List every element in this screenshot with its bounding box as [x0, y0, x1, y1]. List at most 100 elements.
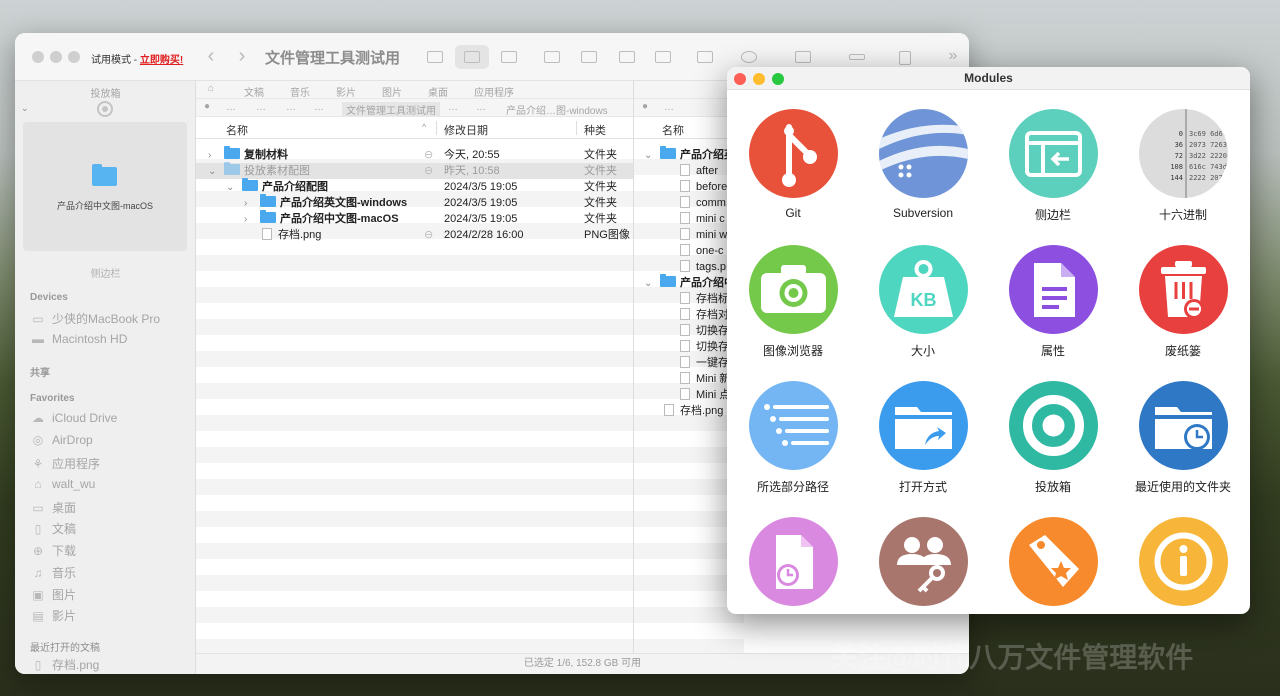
inspector-icon[interactable]: [891, 45, 919, 69]
icon-view-button[interactable]: [421, 45, 449, 69]
bottom-panel-toggle-icon[interactable]: [613, 45, 641, 69]
path-segment[interactable]: …: [476, 102, 486, 113]
table-row[interactable]: › 产品介绍中文图-macOS 2024/3/5 19:05 文件夹: [196, 210, 633, 228]
top-panel-toggle-icon[interactable]: [649, 45, 677, 69]
module-image-browser[interactable]: 图像浏览器: [728, 245, 858, 381]
module-sidebar[interactable]: 侧边栏: [988, 109, 1118, 245]
module-size[interactable]: KB 大小: [858, 245, 988, 381]
module-subversion[interactable]: Subversion: [858, 109, 988, 245]
sidebar-item-applications[interactable]: ⚘ 应用程序: [30, 455, 190, 475]
name-column-header[interactable]: 名称: [226, 122, 248, 138]
column-view-button[interactable]: [495, 45, 523, 69]
sidebar-item-movies[interactable]: ▤ 影片: [30, 607, 190, 627]
sidebar-item-home[interactable]: ⌂ walt_wu: [30, 477, 190, 497]
sidebar-item-pictures[interactable]: ▣ 图片: [30, 586, 190, 606]
module-selection-path[interactable]: 所选部分路径: [728, 381, 858, 517]
file-icon: [680, 308, 690, 320]
table-row[interactable]: ⌄ 产品介绍配图 2024/3/5 19:05 文件夹: [196, 178, 633, 196]
apple-icon[interactable]: ●: [642, 101, 648, 112]
module-recent-files[interactable]: [728, 517, 858, 614]
module-properties[interactable]: 属性: [988, 245, 1118, 381]
chevron-right-icon[interactable]: ›: [244, 196, 256, 212]
path-segment[interactable]: …: [256, 102, 266, 113]
film-icon: ▤: [32, 609, 44, 623]
favbar-item-music[interactable]: 音乐: [290, 84, 310, 98]
column-divider[interactable]: [436, 121, 437, 135]
module-trash[interactable]: 废纸篓: [1118, 245, 1248, 381]
table-row[interactable]: 存档.png ⊖ 2024/2/28 16:00 PNG图像: [196, 227, 633, 243]
favbar-item-pictures[interactable]: 图片: [382, 84, 402, 98]
chevron-down-icon[interactable]: ⌄: [644, 148, 656, 164]
list-view-button[interactable]: [455, 45, 489, 69]
sidebar-item-recent-file[interactable]: ▯ 存档.png: [30, 656, 190, 674]
module-info[interactable]: [1118, 517, 1248, 614]
split-view-icon[interactable]: [691, 45, 719, 69]
sidebar-item-macbook[interactable]: ▭ 少侠的MacBook Pro: [30, 310, 190, 330]
sidebar-item-label: 应用程序: [52, 457, 101, 471]
path-segment[interactable]: …: [286, 102, 296, 113]
sidebar-item-macintosh-hd[interactable]: ▬ Macintosh HD: [30, 332, 190, 352]
buy-now-link[interactable]: 立即购买!: [140, 55, 183, 66]
action-icon[interactable]: ⊖: [424, 227, 433, 243]
zoom-button[interactable]: [68, 51, 80, 63]
sidebar-item-icloud[interactable]: ☁ iCloud Drive: [30, 411, 190, 431]
close-button[interactable]: [734, 73, 746, 85]
favbar-item-desktop[interactable]: 桌面: [428, 84, 448, 98]
apple-icon[interactable]: ●: [204, 101, 210, 112]
module-open-with[interactable]: 打开方式: [858, 381, 988, 517]
path-segment[interactable]: 产品介绍…图-windows: [506, 102, 608, 116]
table-row[interactable]: › 产品介绍英文图-windows 2024/3/5 19:05 文件夹: [196, 194, 633, 212]
module-tags[interactable]: [988, 517, 1118, 614]
hex-icon: 0 36 72 108 144 3c69 6d67 2073 7263 3d22 2220 6…: [1139, 109, 1228, 198]
module-git[interactable]: Git: [728, 109, 858, 245]
path-bar-icon[interactable]: [843, 45, 871, 69]
sidebar-item-documents[interactable]: ▯ 文稿: [30, 520, 190, 540]
arrange-menu-icon[interactable]: [789, 45, 827, 69]
forward-button[interactable]: ›: [229, 44, 255, 70]
chevron-down-icon[interactable]: ⌄: [208, 164, 220, 180]
minimize-button[interactable]: [753, 73, 765, 85]
module-permissions[interactable]: [858, 517, 988, 614]
path-segment-current[interactable]: 文件管理工具测试用: [342, 102, 440, 116]
module-label: 大小: [910, 344, 935, 358]
favbar-item-applications[interactable]: 应用程序: [474, 84, 514, 98]
chevron-right-icon[interactable]: ›: [208, 148, 220, 164]
modules-title: Modules: [727, 67, 1250, 90]
chevron-right-icon[interactable]: ›: [244, 212, 256, 228]
minimize-button[interactable]: [50, 51, 62, 63]
home-icon[interactable]: ⌂: [208, 83, 214, 94]
table-row-selected[interactable]: ⌄ 投放素材配图 ⊖ 昨天, 10:58 文件夹: [196, 162, 633, 180]
zoom-button[interactable]: [772, 73, 784, 85]
action-icon[interactable]: ⊖: [424, 163, 433, 179]
file-icon: [680, 164, 690, 176]
right-sidebar-toggle-icon[interactable]: [575, 45, 603, 69]
chevron-down-icon[interactable]: ⌄: [226, 180, 238, 196]
module-dropbox[interactable]: 投放箱: [988, 381, 1118, 517]
path-segment[interactable]: …: [448, 102, 458, 113]
favbar-item-movies[interactable]: 影片: [336, 84, 356, 98]
date-column-header[interactable]: 修改日期: [444, 122, 488, 138]
chevron-down-icon[interactable]: ⌄: [21, 103, 29, 114]
favbar-item-documents[interactable]: 文稿: [244, 84, 264, 98]
back-button[interactable]: ‹: [198, 44, 224, 70]
action-icon[interactable]: ⊖: [424, 147, 433, 163]
sidebar-item-airdrop[interactable]: ◎ AirDrop: [30, 433, 190, 453]
close-button[interactable]: [32, 51, 44, 63]
sidebar-item-downloads[interactable]: ⊕ 下载: [30, 542, 190, 562]
path-segment[interactable]: …: [664, 102, 674, 113]
dropbox-area[interactable]: 产品介绍中文图-macOS: [23, 122, 187, 251]
preview-eye-icon[interactable]: [735, 45, 763, 69]
module-hex[interactable]: 0 36 72 108 144 3c69 6d67 2073 7263 3d22 2220 6…: [1118, 109, 1248, 245]
module-recent-folders[interactable]: 最近使用的文件夹: [1118, 381, 1248, 517]
table-row[interactable]: › 复制材料 ⊖ 今天, 20:55 文件夹: [196, 146, 633, 164]
sidebar-item-desktop[interactable]: ▭ 桌面: [30, 499, 190, 519]
name-column-header[interactable]: 名称: [662, 122, 684, 138]
sidebar-item-music[interactable]: ♫ 音乐: [30, 564, 190, 584]
column-divider[interactable]: [576, 121, 577, 135]
target-icon: [1009, 381, 1098, 470]
chevron-down-icon[interactable]: ⌄: [644, 276, 656, 292]
kind-column-header[interactable]: 种类: [584, 122, 606, 138]
left-sidebar-toggle-icon[interactable]: [538, 45, 566, 69]
path-segment[interactable]: …: [314, 102, 324, 113]
path-segment[interactable]: …: [226, 102, 236, 113]
